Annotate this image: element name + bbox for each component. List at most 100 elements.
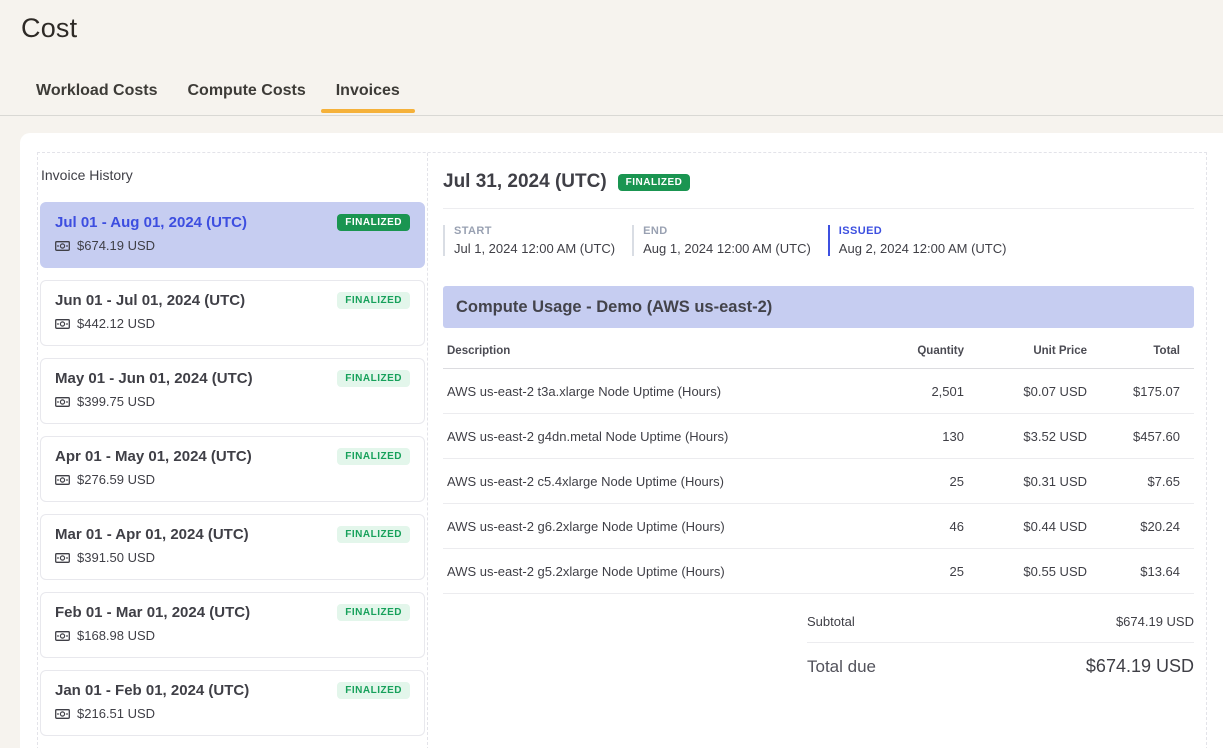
money-banknote-icon [55,552,70,564]
stat-label: END [643,225,811,237]
stat-value: Aug 2, 2024 12:00 AM (UTC) [839,241,1007,256]
invoice-amount-row: $276.59 USD [55,472,410,487]
cell-description: AWS us-east-2 g6.2xlarge Node Uptime (Ho… [443,504,844,549]
invoice-amount-row: $391.50 USD [55,550,410,565]
invoice-amount: $391.50 USD [77,550,155,565]
status-badge: FINALIZED [337,448,410,465]
invoice-card-header: Mar 01 - Apr 01, 2024 (UTC) FINALIZED [55,526,410,543]
status-badge: FINALIZED [337,526,410,543]
invoice-card-header: May 01 - Jun 01, 2024 (UTC) FINALIZED [55,370,410,387]
invoice-amount: $442.12 USD [77,316,155,331]
cost-tabs: Workload Costs Compute Costs Invoices [36,82,400,113]
invoice-period: Jun 01 - Jul 01, 2024 (UTC) [55,292,245,309]
invoice-amount-row: $168.98 USD [55,628,410,643]
invoice-card[interactable]: May 01 - Jun 01, 2024 (UTC) FINALIZED $3… [40,358,425,424]
status-badge: FINALIZED [337,682,410,699]
table-row: AWS us-east-2 g5.2xlarge Node Uptime (Ho… [443,549,1194,594]
invoice-detail-title: Jul 31, 2024 (UTC) [443,171,607,193]
invoice-dates: START Jul 1, 2024 12:00 AM (UTC) END Aug… [443,225,1194,256]
column-header-unit-price: Unit Price [964,328,1087,369]
tab[interactable]: Compute Costs [188,82,306,113]
status-badge: FINALIZED [337,604,410,621]
table-row: AWS us-east-2 g4dn.metal Node Uptime (Ho… [443,414,1194,459]
stat-value: Aug 1, 2024 12:00 AM (UTC) [643,241,811,256]
invoice-card-header: Jan 01 - Feb 01, 2024 (UTC) FINALIZED [55,682,410,699]
invoices-layout: Invoice History Jul 01 - Aug 01, 2024 (U… [37,152,1207,748]
invoice-period: Mar 01 - Apr 01, 2024 (UTC) [55,526,249,543]
invoice-date-stat: START Jul 1, 2024 12:00 AM (UTC) [443,225,615,256]
stat-label: ISSUED [839,225,1007,237]
cell-quantity: 25 [844,459,964,504]
money-banknote-icon [55,396,70,408]
tab[interactable]: Invoices [336,82,400,113]
invoice-card[interactable]: Jan 01 - Feb 01, 2024 (UTC) FINALIZED $2… [40,670,425,736]
invoice-history-list: Invoice History Jul 01 - Aug 01, 2024 (U… [38,153,428,748]
invoice-card-header: Feb 01 - Mar 01, 2024 (UTC) FINALIZED [55,604,410,621]
stat-label: START [454,225,615,237]
status-badge: FINALIZED [337,370,410,387]
invoice-amount: $168.98 USD [77,628,155,643]
money-banknote-icon [55,708,70,720]
cell-quantity: 46 [844,504,964,549]
invoice-amount: $399.75 USD [77,394,155,409]
cell-total: $7.65 [1087,459,1194,504]
total-due-value: $674.19 USD [1086,656,1194,677]
cell-description: AWS us-east-2 c5.4xlarge Node Uptime (Ho… [443,459,844,504]
invoice-amount-row: $442.12 USD [55,316,410,331]
invoice-amount: $216.51 USD [77,706,155,721]
invoice-date-stat: ISSUED Aug 2, 2024 12:00 AM (UTC) [828,225,1007,256]
invoice-card[interactable]: Mar 01 - Apr 01, 2024 (UTC) FINALIZED $3… [40,514,425,580]
page-title: Cost [21,13,77,44]
total-due-label: Total due [807,657,876,677]
invoice-card-header: Apr 01 - May 01, 2024 (UTC) FINALIZED [55,448,410,465]
status-badge: FINALIZED [337,214,410,231]
invoice-detail: Jul 31, 2024 (UTC) FINALIZED START Jul 1… [428,153,1206,748]
stat-value: Jul 1, 2024 12:00 AM (UTC) [454,241,615,256]
detail-divider [443,208,1194,209]
invoice-card-header: Jun 01 - Jul 01, 2024 (UTC) FINALIZED [55,292,410,309]
invoice-card[interactable]: Apr 01 - May 01, 2024 (UTC) FINALIZED $2… [40,436,425,502]
tabs-divider [0,115,1223,116]
cell-description: AWS us-east-2 g5.2xlarge Node Uptime (Ho… [443,549,844,594]
tab[interactable]: Workload Costs [36,82,158,113]
invoices-panel: Invoice History Jul 01 - Aug 01, 2024 (U… [20,133,1223,748]
cell-unit-price: $0.07 USD [964,369,1087,414]
invoice-summary: Subtotal $674.19 USD Total due $674.19 U… [807,614,1194,677]
invoice-amount-row: $674.19 USD [55,238,410,253]
cell-quantity: 25 [844,549,964,594]
invoice-card[interactable]: Jul 01 - Aug 01, 2024 (UTC) FINALIZED $6… [40,202,425,268]
invoice-date-stat: END Aug 1, 2024 12:00 AM (UTC) [632,225,811,256]
cell-total: $20.24 [1087,504,1194,549]
cell-description: AWS us-east-2 g4dn.metal Node Uptime (Ho… [443,414,844,459]
invoice-amount-row: $216.51 USD [55,706,410,721]
cell-description: AWS us-east-2 t3a.xlarge Node Uptime (Ho… [443,369,844,414]
invoice-card-header: Jul 01 - Aug 01, 2024 (UTC) FINALIZED [55,214,410,231]
cell-total: $457.60 [1087,414,1194,459]
invoice-detail-header: Jul 31, 2024 (UTC) FINALIZED [443,171,1194,193]
invoice-card[interactable]: Jun 01 - Jul 01, 2024 (UTC) FINALIZED $4… [40,280,425,346]
invoice-history-heading: Invoice History [40,167,425,183]
invoice-period: Apr 01 - May 01, 2024 (UTC) [55,448,252,465]
compute-usage-table: Description Quantity Unit Price Total AW… [443,328,1194,594]
invoice-period: Jan 01 - Feb 01, 2024 (UTC) [55,682,249,699]
invoice-card[interactable]: Feb 01 - Mar 01, 2024 (UTC) FINALIZED $1… [40,592,425,658]
column-header-description: Description [443,328,844,369]
cell-quantity: 130 [844,414,964,459]
money-banknote-icon [55,318,70,330]
total-due-row: Total due $674.19 USD [807,656,1194,677]
cell-quantity: 2,501 [844,369,964,414]
money-banknote-icon [55,240,70,252]
status-badge: FINALIZED [337,292,410,309]
table-row: AWS us-east-2 g6.2xlarge Node Uptime (Ho… [443,504,1194,549]
cell-total: $13.64 [1087,549,1194,594]
table-header-row: Description Quantity Unit Price Total [443,328,1194,369]
cost-page: Cost Workload Costs Compute Costs Invoic… [0,0,1223,748]
cell-total: $175.07 [1087,369,1194,414]
subtotal-value: $674.19 USD [1116,614,1194,629]
invoice-amount-row: $399.75 USD [55,394,410,409]
column-header-quantity: Quantity [844,328,964,369]
table-row: AWS us-east-2 t3a.xlarge Node Uptime (Ho… [443,369,1194,414]
cell-unit-price: $0.55 USD [964,549,1087,594]
money-banknote-icon [55,474,70,486]
cell-unit-price: $3.52 USD [964,414,1087,459]
